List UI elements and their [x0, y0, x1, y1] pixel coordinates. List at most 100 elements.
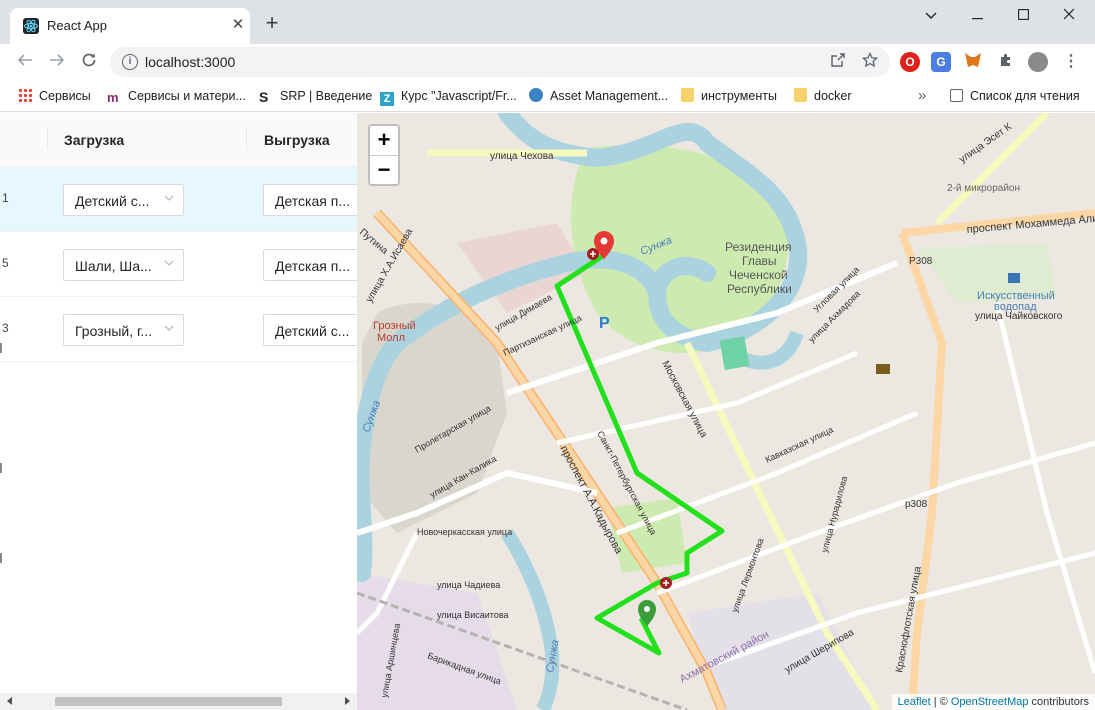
clipped-content-mark [0, 343, 2, 353]
label-grozny-mall-2: Молл [377, 332, 405, 344]
unloading-select[interactable]: Детская п... [263, 249, 357, 281]
bookmark-label: SRP | Введение [280, 89, 373, 103]
s-logo-icon: S [259, 89, 269, 105]
chevron-down-icon [164, 325, 174, 331]
tab-title: React App [47, 18, 107, 33]
scroll-left-arrow-icon[interactable] [7, 697, 12, 705]
openstreetmap-link[interactable]: OpenStreetMap [951, 696, 1029, 708]
bookmark-item[interactable]: m Сервисы и матери... [107, 86, 246, 106]
horizontal-scrollbar[interactable] [0, 693, 357, 710]
map-tiles: улица Чехова Резиденция Главы Чеченской … [357, 113, 1095, 710]
select-value: Детский с... [75, 193, 150, 209]
bookmark-item[interactable]: S SRP | Введение [259, 86, 372, 106]
bookmark-folder[interactable]: docker [794, 86, 852, 106]
menu-kebab-icon[interactable]: ⋮ [1061, 52, 1081, 72]
scrollbar-thumb[interactable] [55, 697, 282, 706]
label-chadieva: улица Чадиева [437, 580, 500, 590]
address-bar[interactable]: i localhost:3000 [110, 47, 890, 77]
browser-tab[interactable]: React App ✕ [10, 8, 250, 44]
hospital-icon [660, 577, 672, 589]
extensions-puzzle-icon[interactable] [996, 52, 1016, 72]
label-residence-3: Чеченской [729, 268, 788, 282]
leaflet-map[interactable]: улица Чехова Резиденция Главы Чеченской … [357, 113, 1095, 710]
profile-avatar-icon[interactable] [1028, 52, 1048, 72]
unloading-select[interactable]: Детская п... [263, 184, 357, 216]
label-grozny-mall-1: Грозный [373, 320, 416, 332]
metamask-fox-icon[interactable] [963, 52, 983, 72]
reload-icon[interactable] [76, 49, 102, 75]
bookmark-item[interactable]: Сервисы [18, 86, 91, 106]
attribution-separator: | © [930, 696, 951, 708]
bookmark-item[interactable]: Asset Management... [529, 86, 668, 106]
zoom-out-button[interactable]: − [370, 156, 398, 185]
opera-adblock-icon[interactable]: O [900, 52, 920, 72]
bookmark-folder[interactable]: инструменты [681, 86, 777, 106]
waterfall-icon [1008, 273, 1020, 283]
minimize-icon[interactable] [954, 3, 1000, 29]
label-p308b: р308 [905, 499, 928, 510]
browser-toolbar: i localhost:3000 O G ⋮ [0, 44, 1095, 80]
tab-search-chevron-down-icon[interactable] [908, 3, 954, 29]
map-attribution: Leaflet | © OpenStreetMap contributors [891, 694, 1095, 710]
bookmarks-bar: Сервисы m Сервисы и матери... S SRP | Введ… [0, 80, 1095, 112]
routes-table: Загрузка Выгрузка 1 Детский с... Детская… [0, 113, 357, 710]
bookmark-label: Курс "Javascript/Fr... [401, 89, 517, 103]
url-text: localhost:3000 [145, 54, 236, 70]
scroll-right-arrow-icon[interactable] [345, 697, 350, 705]
bookmark-label: Asset Management... [550, 89, 669, 103]
label-chekhova: улица Чехова [490, 151, 554, 162]
more-bookmarks-chevron-icon[interactable]: » [918, 86, 926, 106]
label-novocherk: Новочеркасская улица [417, 527, 512, 537]
row-number: 3 [2, 321, 9, 335]
zoom-in-button[interactable]: + [370, 126, 398, 155]
table-row[interactable]: 3 Грозный, г... Детский с... [0, 297, 357, 362]
select-value: Грозный, г... [75, 323, 153, 339]
attribution-suffix: contributors [1028, 696, 1089, 708]
column-divider [47, 128, 48, 150]
tab-close-icon[interactable]: ✕ [228, 15, 248, 35]
chevron-down-icon [164, 260, 174, 266]
share-icon[interactable] [828, 52, 848, 72]
bookmark-label: Сервисы и матери... [128, 89, 246, 103]
bookmark-item[interactable]: Z Курс "Javascript/Fr... [380, 86, 517, 106]
select-value: Детский с... [275, 323, 350, 339]
unloading-select[interactable]: Детский с... [263, 314, 357, 346]
monument-icon [876, 364, 890, 374]
column-header-loading[interactable]: Загрузка [64, 132, 124, 148]
loading-select[interactable]: Шали, Ша... [63, 249, 184, 281]
react-favicon-icon [23, 18, 39, 34]
translate-icon[interactable]: G [931, 52, 951, 72]
row-number: 5 [2, 256, 9, 270]
label-residence-2: Главы [742, 254, 777, 268]
table-row[interactable]: 5 Шали, Ша... Детская п... [0, 232, 357, 297]
table-row[interactable]: 1 Детский с... Детская п... [0, 167, 357, 232]
forward-arrow-icon[interactable] [44, 49, 70, 75]
select-value: Шали, Ша... [75, 258, 152, 274]
site-info-icon[interactable]: i [122, 54, 138, 70]
label-p308: Р308 [909, 256, 933, 267]
label-residence-1: Резиденция [725, 240, 791, 254]
label-micro: 2-й микрорайон [947, 183, 1020, 194]
new-tab-button[interactable]: + [260, 12, 284, 36]
window-close-icon[interactable] [1046, 3, 1092, 29]
globe-icon [529, 88, 543, 102]
leaflet-link[interactable]: Leaflet [898, 696, 931, 708]
column-header-unloading[interactable]: Выгрузка [264, 132, 330, 148]
reading-list-label: Список для чтения [970, 89, 1080, 103]
hospital-icon [587, 248, 599, 260]
reading-list-button[interactable]: Список для чтения [950, 86, 1080, 106]
loading-select[interactable]: Детский с... [63, 184, 184, 216]
bookmark-label: инструменты [701, 89, 777, 103]
column-divider [246, 128, 247, 150]
zoom-control: + − [368, 124, 400, 186]
bookmark-star-icon[interactable] [860, 51, 880, 72]
label-residence-4: Республики [727, 282, 792, 296]
label-chaikovskogo: улица Чайковского [975, 311, 1063, 322]
maximize-icon[interactable] [1000, 3, 1046, 29]
apps-grid-icon [18, 88, 32, 102]
reading-list-icon [950, 89, 963, 102]
z-logo-icon: Z [380, 92, 394, 106]
back-arrow-icon[interactable] [12, 49, 38, 75]
stadium [719, 336, 750, 371]
loading-select[interactable]: Грозный, г... [63, 314, 184, 346]
